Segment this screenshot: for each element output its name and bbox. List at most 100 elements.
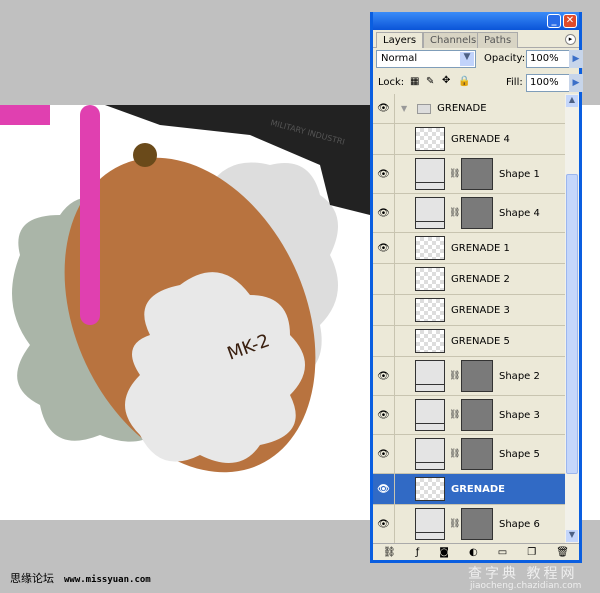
layer-name: GRENADE bbox=[451, 483, 505, 495]
layer-name: Shape 1 bbox=[499, 168, 540, 180]
layer-thumbnail bbox=[415, 158, 445, 190]
site-url: www.missyuan.com bbox=[64, 575, 151, 585]
layer-row[interactable]: 👁 ⛓ Shape 2 bbox=[373, 357, 565, 396]
link-icon: ⛓ bbox=[449, 449, 461, 459]
layer-thumbnail bbox=[415, 197, 445, 229]
layer-thumbnail bbox=[415, 477, 445, 501]
layer-name: Shape 6 bbox=[499, 518, 540, 530]
opacity-slider-button[interactable]: ▶ bbox=[569, 50, 583, 68]
panel-menu-button[interactable]: ▸ bbox=[565, 34, 576, 45]
lock-label: Lock: bbox=[378, 77, 405, 88]
layer-row[interactable]: 👁 ⛓ Shape 3 bbox=[373, 396, 565, 435]
visibility-eye-icon[interactable] bbox=[373, 264, 395, 294]
forum-credit: 思缘论坛 www.missyuan.com bbox=[10, 570, 151, 586]
layer-thumbnail bbox=[415, 399, 445, 431]
lock-brush-icon[interactable]: ✎ bbox=[426, 76, 434, 87]
layer-thumbnail bbox=[415, 508, 445, 540]
visibility-eye-icon[interactable]: 👁 bbox=[373, 474, 395, 504]
layer-row[interactable]: GRENADE 4 bbox=[373, 124, 565, 155]
watermark-url: jiaocheng.chazidian.com bbox=[470, 581, 582, 591]
layer-name: GRENADE 4 bbox=[451, 133, 510, 145]
layer-name: GRENADE 5 bbox=[451, 335, 510, 347]
layer-name: Shape 3 bbox=[499, 409, 540, 421]
chevron-down-icon: ▼ bbox=[460, 52, 474, 66]
vector-mask-thumbnail bbox=[461, 438, 493, 470]
visibility-eye-icon[interactable]: 👁 bbox=[373, 94, 395, 123]
tab-layers[interactable]: Layers bbox=[376, 32, 424, 48]
fill-input[interactable]: 100% bbox=[526, 74, 570, 92]
fill-slider-button[interactable]: ▶ bbox=[569, 74, 583, 92]
scroll-down-button[interactable]: ▼ bbox=[566, 530, 578, 542]
layer-row[interactable]: 👁 GRENADE bbox=[373, 474, 565, 505]
visibility-eye-icon[interactable] bbox=[373, 295, 395, 325]
adjustment-layer-icon[interactable]: ◐ bbox=[469, 547, 478, 558]
layer-style-icon[interactable]: ƒ bbox=[416, 547, 420, 558]
blend-mode-select[interactable]: Normal ▼ bbox=[376, 50, 476, 68]
visibility-eye-icon[interactable]: 👁 bbox=[373, 396, 395, 434]
layers-panel: _ ✕ Layers Channels Paths ▸ Normal ▼ Opac… bbox=[370, 12, 583, 563]
vector-mask-thumbnail bbox=[461, 508, 493, 540]
visibility-eye-icon[interactable]: 👁 bbox=[373, 233, 395, 263]
layer-row[interactable]: 👁 GRENADE 1 bbox=[373, 233, 565, 264]
scroll-thumb[interactable] bbox=[566, 174, 578, 474]
visibility-eye-icon[interactable]: 👁 bbox=[373, 435, 395, 473]
link-icon: ⛓ bbox=[449, 519, 461, 529]
visibility-eye-icon[interactable]: 👁 bbox=[373, 505, 395, 543]
layer-thumbnail bbox=[415, 329, 445, 353]
link-layers-icon[interactable]: ⛓ bbox=[383, 547, 396, 558]
layer-name: GRENADE 3 bbox=[451, 304, 510, 316]
layer-row[interactable]: 👁 ⛓ Shape 6 bbox=[373, 505, 565, 543]
lock-transparency-icon[interactable]: ▦ bbox=[410, 76, 419, 87]
layer-thumbnail bbox=[415, 236, 445, 260]
visibility-eye-icon[interactable]: 👁 bbox=[373, 357, 395, 395]
layer-name: Shape 2 bbox=[499, 370, 540, 382]
trash-icon[interactable]: 🗑 bbox=[556, 547, 569, 558]
layer-row[interactable]: GRENADE 2 bbox=[373, 264, 565, 295]
new-layer-icon[interactable]: ❐ bbox=[527, 547, 536, 558]
layer-list: 👁 ▼ GRENADE GRENADE 4 👁 ⛓ Shape 1 👁 ⛓ Shape 4 👁 GRE… bbox=[373, 94, 565, 543]
tab-channels[interactable]: Channels bbox=[423, 32, 484, 48]
link-icon: ⛓ bbox=[449, 410, 461, 420]
vector-mask-thumbnail bbox=[461, 360, 493, 392]
layer-name: GRENADE 1 bbox=[451, 242, 510, 254]
panel-bottom-toolbar: ⛓ ƒ ◙ ◐ ▭ ❐ 🗑 bbox=[373, 543, 579, 560]
layer-name: GRENADE bbox=[437, 103, 487, 114]
lock-all-icon[interactable]: 🔒 bbox=[458, 76, 470, 87]
lock-move-icon[interactable]: ✥ bbox=[442, 75, 450, 86]
layer-row[interactable]: 👁 ▼ GRENADE bbox=[373, 94, 565, 124]
opacity-label: Opacity: bbox=[484, 53, 526, 64]
watermark-title: 查字典 教程网 bbox=[468, 566, 578, 582]
panel-tabs: Layers Channels Paths ▸ bbox=[373, 30, 579, 48]
layer-row[interactable]: 👁 ⛓ Shape 4 bbox=[373, 194, 565, 233]
link-icon: ⛓ bbox=[449, 371, 461, 381]
close-button[interactable]: ✕ bbox=[563, 14, 577, 28]
scroll-up-button[interactable]: ▲ bbox=[566, 95, 578, 107]
layer-thumbnail bbox=[415, 267, 445, 291]
layer-row[interactable]: 👁 ⛓ Shape 1 bbox=[373, 155, 565, 194]
layer-thumbnail bbox=[415, 360, 445, 392]
minimize-button[interactable]: _ bbox=[547, 14, 561, 28]
visibility-eye-icon[interactable] bbox=[373, 124, 395, 154]
layer-thumbnail bbox=[415, 438, 445, 470]
vector-mask-thumbnail bbox=[461, 158, 493, 190]
visibility-eye-icon[interactable] bbox=[373, 326, 395, 356]
visibility-eye-icon[interactable]: 👁 bbox=[373, 194, 395, 232]
folder-icon bbox=[417, 103, 432, 114]
vector-mask-thumbnail bbox=[461, 197, 493, 229]
visibility-eye-icon[interactable]: 👁 bbox=[373, 155, 395, 193]
tab-paths[interactable]: Paths bbox=[477, 32, 519, 48]
layer-mask-icon[interactable]: ◙ bbox=[439, 547, 449, 558]
fill-label: Fill: bbox=[506, 77, 523, 88]
layer-row[interactable]: 👁 ⛓ Shape 5 bbox=[373, 435, 565, 474]
new-group-icon[interactable]: ▭ bbox=[498, 547, 507, 558]
layer-scrollbar[interactable]: ▲ ▼ bbox=[565, 94, 579, 543]
link-icon: ⛓ bbox=[449, 208, 461, 218]
panel-titlebar[interactable]: _ ✕ bbox=[373, 12, 579, 30]
expand-triangle-icon[interactable]: ▼ bbox=[401, 104, 407, 113]
layer-row[interactable]: GRENADE 3 bbox=[373, 295, 565, 326]
layer-thumbnail bbox=[415, 298, 445, 322]
opacity-input[interactable]: 100% bbox=[526, 50, 570, 68]
layer-name: GRENADE 2 bbox=[451, 273, 510, 285]
layer-row[interactable]: GRENADE 5 bbox=[373, 326, 565, 357]
blend-mode-value: Normal bbox=[381, 53, 418, 64]
